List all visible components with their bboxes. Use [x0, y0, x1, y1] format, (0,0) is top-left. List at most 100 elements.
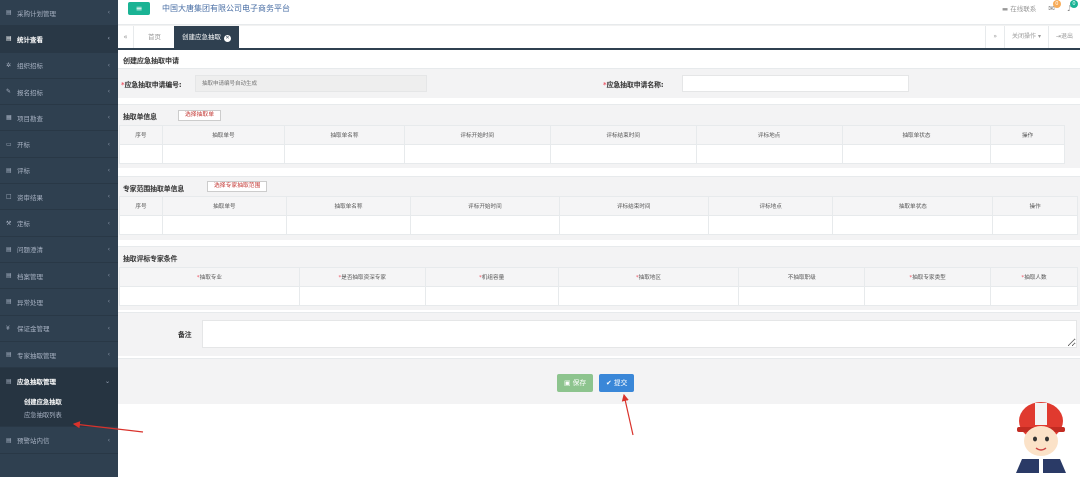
- save-button[interactable]: ▣ 保存: [557, 374, 594, 392]
- sidebar-item-4[interactable]: ▦ 项目勘查 ‹: [0, 105, 118, 132]
- tools-icon: ⚒: [6, 219, 12, 227]
- doc-icon: ▤: [6, 35, 12, 43]
- apply-name-field[interactable]: [682, 75, 909, 92]
- page-title: 创建应急抽取申请: [123, 57, 179, 65]
- close-ops-label: 关闭操作: [1012, 33, 1037, 40]
- chevron-left-icon: ‹: [107, 166, 110, 174]
- column-header: 抽取单号: [162, 196, 287, 216]
- chevron-left-icon: ‹: [107, 436, 110, 444]
- sidebar-item-label: 开标: [17, 141, 30, 150]
- table-cell[interactable]: [298, 286, 426, 306]
- column-label: 不抽取职级: [787, 275, 816, 281]
- doc-icon: ▤: [6, 245, 12, 253]
- notifications-button[interactable]: ♪ 0: [1067, 0, 1078, 13]
- sidebar-subitem-1[interactable]: 应急抽取列表: [0, 409, 118, 422]
- sidebar-item-label: 资审结果: [17, 193, 43, 202]
- sidebar-item-9[interactable]: ▤ 问题澄清 ‹: [0, 237, 118, 263]
- sidebar-item-3[interactable]: ✎ 报名招标 ‹: [0, 79, 118, 106]
- sidebar-item-label: 组织招标: [17, 62, 43, 71]
- gear-icon: ✲: [6, 61, 12, 69]
- header-actions: ▬ 在线联系 ✉ 0 ♪ 0: [1002, 0, 1078, 13]
- remark-label: 备注: [178, 331, 192, 339]
- sidebar-submenu: 创建应急抽取 应急抽取列表: [0, 394, 118, 428]
- check-icon: ✔: [606, 379, 612, 387]
- table-cell[interactable]: [424, 286, 559, 306]
- sidebar-item-label: 统计查看: [17, 35, 43, 44]
- table-cell[interactable]: [990, 286, 1078, 306]
- table-cell[interactable]: [119, 286, 300, 306]
- scope-section-title: 专家范围抽取单信息: [123, 185, 185, 193]
- close-icon[interactable]: ✕: [224, 35, 231, 42]
- sidebar-item-13[interactable]: ▤ 专家抽取管理 ‹: [0, 342, 118, 369]
- table-cell: [695, 144, 843, 164]
- logout-label: 退出: [1060, 33, 1073, 40]
- column-header: 抽取单号: [161, 125, 286, 145]
- column-header: 评标结束时间: [558, 196, 709, 216]
- table-cell[interactable]: [738, 286, 866, 306]
- chevron-left-icon: ‹: [107, 9, 110, 17]
- table-cell: [284, 144, 405, 164]
- chevron-left-icon: ‹: [107, 272, 110, 280]
- sidebar-item-label: 采购计划管理: [17, 9, 56, 18]
- apply-no-label: *应急抽取申请编号:: [121, 81, 182, 89]
- select-extract-button[interactable]: 选择抽取单: [178, 110, 221, 121]
- chevron-left-icon: ‹: [107, 219, 110, 227]
- doc-icon: ▤: [6, 9, 12, 17]
- table-cell[interactable]: [864, 286, 992, 306]
- remark-textarea[interactable]: [202, 320, 1077, 348]
- condition-section-title: 抽取评标专家条件: [123, 255, 178, 263]
- column-header: *抽取专家类型: [864, 267, 992, 287]
- online-contact-label: 在线联系: [1010, 5, 1037, 13]
- sidebar-item-2[interactable]: ✲ 组织招标 ‹: [0, 53, 118, 79]
- chevron-left-icon: ‹: [107, 35, 110, 43]
- logout-button[interactable]: ⇥退出: [1047, 26, 1080, 48]
- sidebar-item-14[interactable]: ▤ 应急抽取管理 ⌄: [0, 368, 118, 395]
- sidebar-item-6[interactable]: ▤ 评标 ‹: [0, 158, 118, 185]
- column-header: 抽取单名称: [284, 125, 405, 145]
- tab-scroll-right-button[interactable]: »: [985, 26, 1004, 48]
- table-cell: [162, 215, 287, 235]
- scope-table: 序号 抽取单号 抽取单名称 评标开始时间 评标结束时间 评标地点 抽取单状态 操作: [118, 196, 1078, 235]
- monitor-icon: ▭: [6, 140, 12, 148]
- sidebar-item-10[interactable]: ▤ 档案管理 ‹: [0, 263, 118, 290]
- sidebar-item-8[interactable]: ⚒ 定标 ‹: [0, 210, 118, 237]
- chevron-left-icon: ‹: [107, 193, 110, 201]
- select-expert-scope-button[interactable]: 选择专家抽取范围: [207, 181, 268, 192]
- sidebar-item-11[interactable]: ▤ 异常处理 ‹: [0, 289, 118, 316]
- apply-no-field[interactable]: [195, 75, 427, 92]
- apply-name-label: *应急抽取申请名称:: [603, 81, 664, 89]
- tab-home[interactable]: 首页: [140, 26, 169, 48]
- extract-table: 序号 抽取单号 抽取单名称 评标开始时间 评标结束时间 评标地点 抽取单状态 操作: [119, 125, 1065, 164]
- scope-section: 专家范围抽取单信息 选择专家抽取范围 序号 抽取单号 抽取单名称 评标开始时间 评标结束…: [118, 176, 1080, 240]
- messages-button[interactable]: ✉ 0: [1048, 0, 1061, 13]
- table-cell[interactable]: [557, 286, 740, 306]
- sidebar-item-label: 保证金管理: [17, 325, 50, 334]
- submit-button[interactable]: ✔ 提交: [599, 374, 635, 392]
- sidebar-item-warning[interactable]: ▤ 预警站内信 ‹: [0, 427, 118, 454]
- online-contact-link[interactable]: ▬ 在线联系: [1002, 3, 1036, 13]
- sidebar-item-7[interactable]: □ 资审结果 ‹: [0, 184, 118, 211]
- save-icon: ▣: [564, 379, 571, 387]
- tab-create-emergency-extract[interactable]: 创建应急抽取 ✕: [174, 26, 239, 48]
- doc-icon: ▤: [6, 272, 12, 280]
- sidebar-item-5[interactable]: ▭ 开标 ‹: [0, 131, 118, 158]
- sidebar: ▤ 采购计划管理 ‹ ▤ 统计查看 ‹ ✲ 组织招标 ‹ ✎ 报名招标 ‹ ▦ 项目勘查 ‹ ▭ 开标 ‹ ▤ 评标 ‹…: [0, 0, 118, 477]
- sidebar-item-12[interactable]: ¥ 保证金管理 ‹: [0, 316, 118, 342]
- apply-info-section: *应急抽取申请编号: *应急抽取申请名称:: [118, 68, 1080, 98]
- column-header: 序号: [118, 196, 164, 216]
- condition-section: 抽取评标专家条件 *抽取专业 *是否抽取资深专家 *机组容量 *抽取地区 不抽取职级 *抽…: [118, 246, 1080, 310]
- sidebar-item-0[interactable]: ▤ 采购计划管理 ‹: [0, 0, 118, 27]
- tab-scroll-left-button[interactable]: «: [118, 26, 134, 48]
- yen-icon: ¥: [6, 324, 10, 332]
- chevron-left-icon: ‹: [107, 61, 110, 69]
- sidebar-item-1[interactable]: ▤ 统计查看 ‹: [0, 26, 118, 53]
- platform-title: 中国大唐集团有限公司电子商务平台: [162, 4, 290, 13]
- column-header: 抽取单状态: [832, 196, 994, 216]
- sidebar-subitem-0[interactable]: 创建应急抽取: [0, 396, 118, 409]
- column-header: 操作: [992, 196, 1078, 216]
- table-cell: [161, 144, 286, 164]
- table-cell: [992, 215, 1078, 235]
- menu-toggle-button[interactable]: ≡: [128, 2, 150, 15]
- extract-section-title: 抽取单信息: [123, 113, 157, 121]
- close-operations-dropdown[interactable]: 关闭操作 ▾: [1004, 26, 1048, 48]
